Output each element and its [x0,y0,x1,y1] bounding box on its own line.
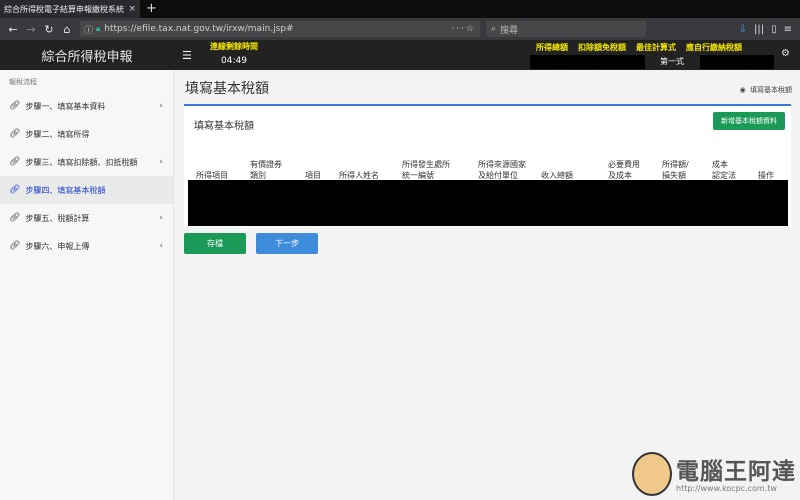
search-placeholder: 搜尋 [500,25,519,36]
page-actions-icon[interactable]: ···☆ [451,24,476,34]
col-payer-tax-id: 所得發生處所 統一編號 [402,160,450,180]
sidebar-item-label: 步驟六、申報上傳 [25,241,90,251]
sidebar-item-label: 步驟四、填寫基本稅額 [25,185,106,195]
chevron-left-icon: ‹ [159,101,163,111]
redacted-tax-payable [700,55,774,69]
page-title: 填寫基本稅額 [185,81,269,97]
sidebar-item-step1[interactable]: 🔗︎ 步驟一、填寫基本資料 ‹ [0,92,173,120]
back-icon[interactable]: ← [4,23,22,36]
sidebar-item-label: 步驟三、填寫扣除額、扣抵稅額 [25,157,138,167]
timer-value: 04:49 [221,56,247,66]
download-icon[interactable]: ⇩ [739,24,747,35]
watermark-url: http://www.kocpc.com.tw [676,484,777,493]
main-content: 填寫基本稅額 ◉ 填寫基本稅額 填寫基本稅額 新增基本稅額資料 所得項目 有價證… [174,70,800,500]
dashboard-icon: ◉ [739,86,746,94]
sidebar-item-label: 步驟二、填寫所得 [25,129,90,139]
sidebar-item-step6[interactable]: 🔗︎ 步驟六、申報上傳 ‹ [0,232,173,260]
calc-style-value: 第一式 [660,57,684,66]
chevron-left-icon: ‹ [159,241,163,251]
url-text[interactable]: https://efile.tax.nat.gov.tw/irxw/main.j… [104,24,451,34]
app-brand: 綜合所得稅申報 [41,49,133,65]
reload-icon[interactable]: ↻ [40,23,58,36]
search-icon: ⌕ [491,24,497,34]
new-tab-icon[interactable]: + [146,0,157,18]
link-icon: 🔗︎ [9,101,21,111]
sidebar-item-label: 步驟五、稅額計算 [25,213,90,223]
hamburger-icon[interactable]: ☰ [182,49,192,62]
watermark: 電腦王阿達 http://www.kocpc.com.tw [632,450,800,500]
add-basic-tax-button[interactable]: 新增基本稅額資料 [713,112,785,130]
gear-icon[interactable]: ⚙ [781,48,790,59]
close-icon[interactable]: × [128,4,136,14]
sidebar-title: 報稅流程 [9,78,37,86]
link-total-income[interactable]: 所得總額 [536,42,568,53]
tab-title: 綜合所得稅電子結算申報繳稅系統 [4,4,124,14]
menu-icon[interactable]: ≡ [784,24,792,35]
sidebar-item-step3[interactable]: 🔗︎ 步驟三、填寫扣除額、扣抵稅額 ‹ [0,148,173,176]
sidebar-item-step5[interactable]: 🔗︎ 步驟五、稅額計算 ‹ [0,204,173,232]
library-icon[interactable]: ||| [754,24,764,35]
forward-icon[interactable]: → [22,23,40,36]
link-icon: 🔗︎ [9,129,21,139]
page: 綜合所得稅電子結算申報繳稅系統 × + ← → ↻ ⌂ ⓘ 🔒︎ https:/… [0,0,800,500]
sidebar-item-label: 步驟一、填寫基本資料 [25,101,106,111]
save-button[interactable]: 存檔 [184,233,246,254]
session-timer: 連線剩餘時間 04:49 [206,41,262,66]
breadcrumb[interactable]: ◉ 填寫基本稅額 [740,85,792,95]
search-box[interactable]: ⌕ 搜尋 [486,21,646,37]
link-icon: 🔗︎ [9,241,21,251]
sidebar-item-step4[interactable]: 🔗︎ 步驟四、填寫基本稅額 [0,176,173,204]
sidebar-item-step2[interactable]: 🔗︎ 步驟二、填寫所得 [0,120,173,148]
basic-tax-card: 填寫基本稅額 新增基本稅額資料 所得項目 有價證券 類別 項目 所得人姓名 所得發… [184,104,791,227]
info-icon[interactable]: ⓘ [84,23,93,36]
watermark-text: 電腦王阿達 [676,459,796,485]
sidebar-icon[interactable]: ▯ [771,24,777,35]
browser-tools: ⇩ ||| ▯ ≡ [739,24,796,35]
link-best-formula[interactable]: 最佳計算式 [636,42,676,53]
url-bar[interactable]: ⓘ 🔒︎ https://efile.tax.nat.gov.tw/irxw/m… [80,21,480,37]
link-icon: 🔗︎ [9,213,21,223]
col-securities-type: 有價證券 類別 [250,160,282,180]
link-tax-payable[interactable]: 應自行繳納稅額 [686,42,742,53]
next-step-button[interactable]: 下一步 [256,233,318,254]
lock-icon[interactable]: 🔒︎ [96,24,100,34]
browser-tabbar: 綜合所得稅電子結算申報繳稅系統 × + [0,0,800,18]
card-title: 填寫基本稅額 [194,121,254,132]
sidebar: 報稅流程 🔗︎ 步驟一、填寫基本資料 ‹ 🔗︎ 步驟二、填寫所得 🔗︎ 步驟三、… [0,70,174,500]
link-deductions[interactable]: 扣除額免稅額 [578,42,626,53]
link-icon: 🔗︎ [9,157,21,167]
chevron-left-icon: ‹ [159,213,163,223]
chevron-left-icon: ‹ [159,157,163,167]
browser-toolbar: ← → ↻ ⌂ ⓘ 🔒︎ https://efile.tax.nat.gov.t… [0,18,800,40]
col-necessary-cost: 必要費用 及成本 [608,160,640,180]
col-source-country: 所得來源國家 及給付單位 [478,160,526,180]
home-icon[interactable]: ⌂ [58,23,76,36]
mascot-logo-icon [632,452,672,496]
col-income-loss: 所得額/損失額 [662,160,689,180]
redacted-table-body [188,180,788,226]
link-icon: 🔗︎ [9,185,21,195]
timer-label: 連線剩餘時間 [210,42,258,51]
breadcrumb-label: 填寫基本稅額 [750,86,792,94]
browser-tab[interactable]: 綜合所得稅電子結算申報繳稅系統 × [0,0,140,18]
col-cost-method: 成本 認定法 [712,160,736,180]
header-links: 所得總額 扣除額免稅額 最佳計算式 應自行繳納稅額 [536,42,742,53]
redacted-total-income [530,55,645,69]
